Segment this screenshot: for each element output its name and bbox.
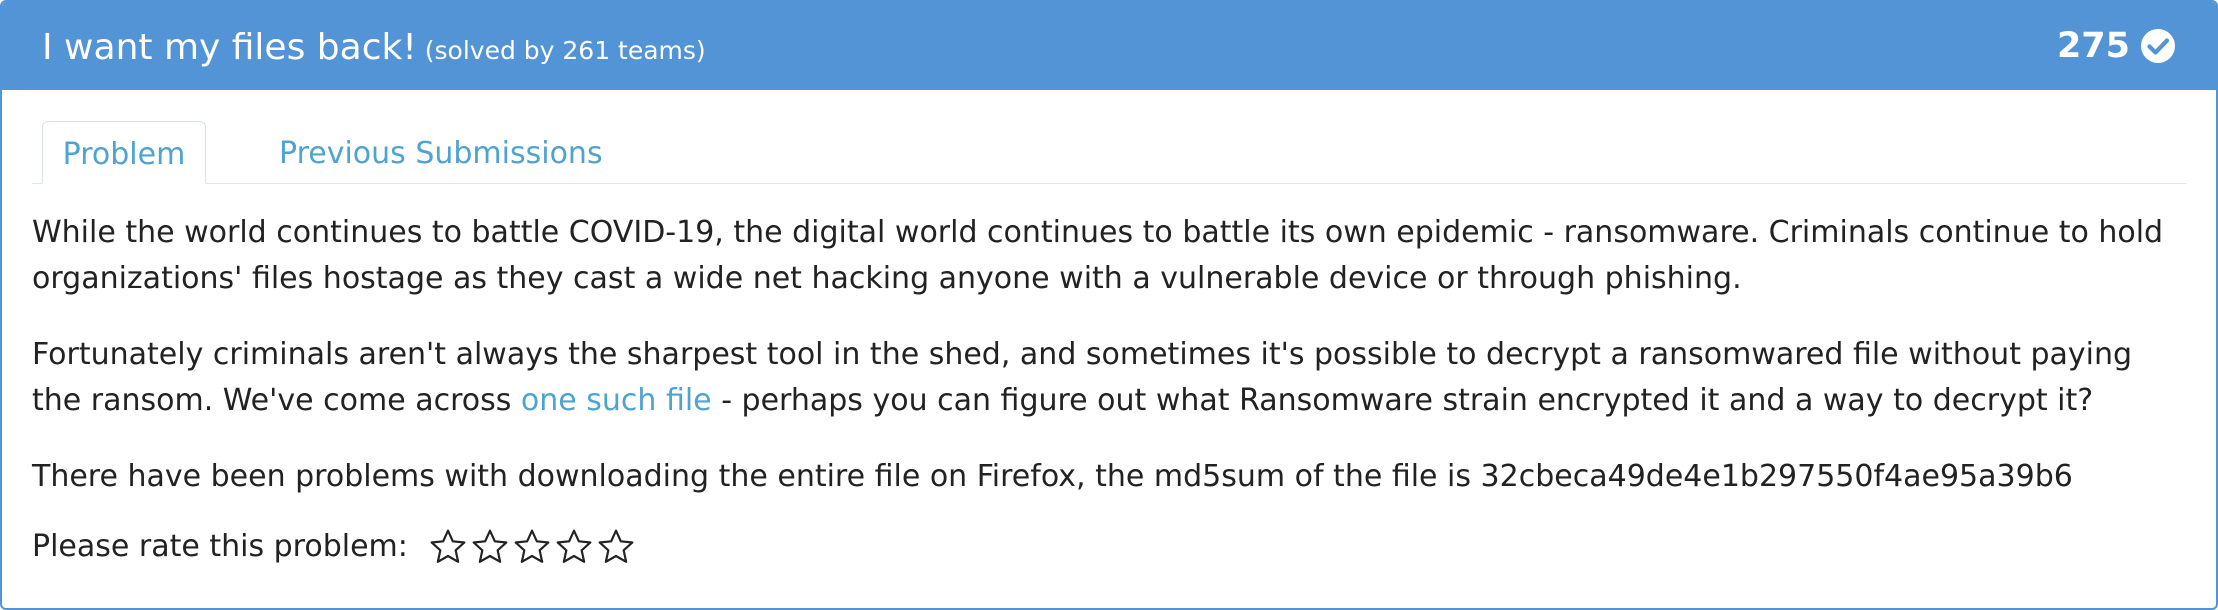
check-circle-icon	[2141, 29, 2175, 63]
star-outline-icon[interactable]	[512, 527, 552, 567]
description-paragraph-1: While the world continues to battle COVI…	[32, 215, 2164, 296]
paragraph-2-text-after: - perhaps you can figure out what Ransom…	[711, 383, 2094, 418]
file-download-link[interactable]: one such file	[521, 383, 712, 418]
rating-stars	[428, 527, 638, 567]
star-outline-icon[interactable]	[554, 527, 594, 567]
points-badge: 275	[2057, 2, 2176, 90]
problem-tabs: Problem Previous Submissions	[32, 121, 2186, 184]
tab-problem[interactable]: Problem	[42, 121, 206, 184]
points-value: 275	[2056, 26, 2130, 66]
rating-label: Please rate this problem:	[32, 529, 408, 564]
panel-header: I want my files back! (solved by 261 team…	[2, 2, 2216, 90]
star-outline-icon[interactable]	[470, 527, 510, 567]
problem-name: I want my files back!	[42, 27, 417, 68]
description-paragraph-2: Fortunately criminals aren't always the …	[32, 332, 2186, 424]
problem-panel: I want my files back! (solved by 261 team…	[0, 0, 2218, 610]
tab-previous-submissions[interactable]: Previous Submissions	[279, 121, 603, 183]
problem-title: I want my files back! (solved by 261 team…	[42, 2, 706, 90]
star-outline-icon[interactable]	[596, 527, 636, 567]
star-outline-icon[interactable]	[428, 527, 468, 567]
description-paragraph-3: There have been problems with downloadin…	[32, 459, 2073, 494]
problem-description: While the world continues to battle COVI…	[32, 210, 2186, 570]
rating-row: Please rate this problem:	[32, 524, 2186, 570]
solved-count: (solved by 261 teams)	[424, 36, 706, 65]
